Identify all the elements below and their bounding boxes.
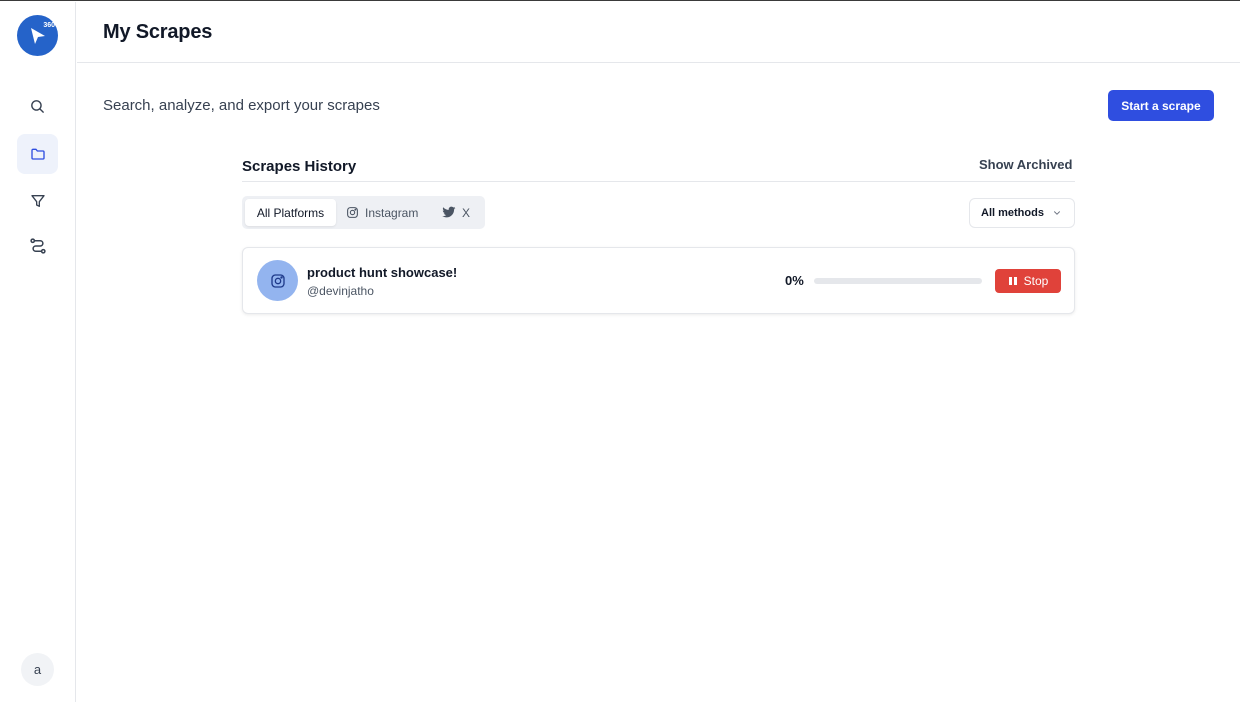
progress-percent: 0% [785,273,804,288]
scrape-handle: @devinjatho [307,284,374,298]
tab-label: All Platforms [256,205,325,220]
scrape-title: product hunt showcase! [307,265,458,280]
tab-label: X [462,205,471,220]
pause-icon [1008,277,1017,285]
show-archived-toggle[interactable]: Show Archived [979,157,1072,172]
search-icon [31,99,44,113]
header: My Scrapes [77,2,1240,63]
methods-select-value: All methods [981,207,1044,219]
stop-button[interactable]: Stop [995,269,1061,293]
divider [242,181,1075,182]
sidebar-item-workflows[interactable] [17,226,58,266]
progress-bar [814,278,982,284]
avatar[interactable]: a [21,653,54,686]
platform-avatar [257,260,298,301]
methods-select[interactable]: All methods [969,198,1075,228]
stop-label: Stop [1023,274,1049,288]
sidebar: 360 a [0,2,76,702]
history-title: Scrapes History [242,158,357,175]
sidebar-item-filters[interactable] [17,181,58,221]
chevron-down-icon [1053,211,1060,215]
tab-all-platforms[interactable]: All Platforms [245,199,336,226]
scrape-card[interactable]: product hunt showcase! @devinjatho 0% St… [242,247,1075,314]
page-title: My Scrapes [103,21,213,43]
twitter-icon [442,206,456,218]
start-scrape-button[interactable]: Start a scrape [1108,90,1214,121]
instagram-icon [347,207,358,218]
filter-icon [30,195,45,207]
instagram-icon [270,273,285,288]
page-subtitle: Search, analyze, and export your scrapes [103,97,380,114]
tab-label: Instagram [365,205,419,220]
folder-icon [30,148,45,160]
tab-instagram[interactable]: Instagram [346,199,428,226]
logo-badge: 360 [43,22,55,29]
platform-tabs: All Platforms Instagram X [242,196,485,229]
sidebar-item-scrapes[interactable] [17,134,58,174]
sidebar-item-search[interactable] [17,86,58,126]
route-icon [29,238,46,254]
tab-x[interactable]: X [442,199,478,226]
app-logo[interactable]: 360 [17,15,58,56]
